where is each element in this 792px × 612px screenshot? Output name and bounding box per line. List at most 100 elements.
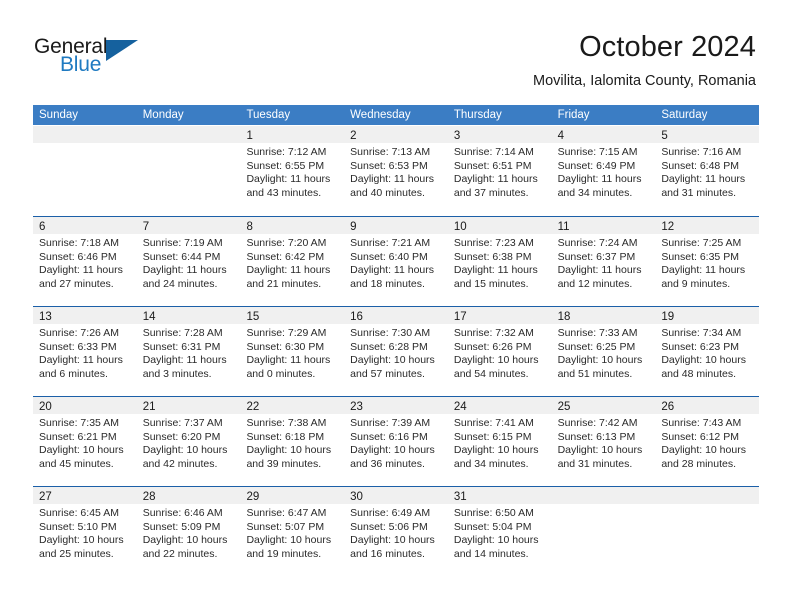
day-number-band: 2 (344, 126, 448, 143)
weekday-header-saturday: Saturday (661, 109, 708, 121)
day-number-band: 19 (655, 307, 760, 324)
daylight-text-line1: Daylight: 11 hours (246, 354, 331, 366)
daylight-text-line2: and 16 minutes. (350, 547, 425, 560)
day-number: 16 (350, 311, 363, 323)
calendar-day-cell[interactable]: 9 Sunrise: 7:21 AM Sunset: 6:40 PM Daylight… (344, 217, 448, 306)
general-blue-logo[interactable]: General Blue (34, 36, 154, 82)
daylight-text-line2: and 54 minutes. (453, 367, 529, 380)
daylight-text-line1: Daylight: 10 hours (453, 354, 539, 366)
calendar-day-cell[interactable]: 26 Sunrise: 7:43 AM Sunset: 6:12 PM Dayligh… (655, 397, 760, 486)
daylight-text-line2: and 28 minutes. (661, 457, 737, 470)
daylight-text-line2: and 22 minutes. (142, 547, 218, 560)
calendar-day-cell[interactable]: 4 Sunrise: 7:15 AM Sunset: 6:49 PM Daylight… (551, 126, 656, 216)
sunrise-text: Sunrise: 7:21 AM (350, 237, 431, 249)
calendar-day-cell[interactable]: 22 Sunrise: 7:38 AM Sunset: 6:18 PM Dayligh… (240, 397, 345, 486)
daylight-text-line1: Daylight: 11 hours (557, 173, 642, 185)
day-number: 1 (246, 130, 253, 142)
day-details: Sunrise: 6:47 AM Sunset: 5:07 PM Daylight:… (240, 504, 344, 561)
calendar-day-cell[interactable]: 15 Sunrise: 7:29 AM Sunset: 6:30 PM Dayligh… (240, 307, 345, 396)
daylight-text-line2: and 39 minutes. (246, 457, 322, 470)
sunset-text: Sunset: 6:12 PM (661, 430, 739, 443)
sunset-text: Sunset: 6:44 PM (142, 250, 221, 263)
calendar-day-cell[interactable]: 3 Sunrise: 7:14 AM Sunset: 6:51 PM Daylight… (447, 126, 552, 216)
calendar-day-cell[interactable]: 1 Sunrise: 7:12 AM Sunset: 6:55 PM Daylight… (240, 126, 345, 216)
daylight-text-line1: Daylight: 11 hours (142, 264, 227, 276)
calendar-day-cell[interactable]: 21 Sunrise: 7:37 AM Sunset: 6:20 PM Dayligh… (136, 397, 241, 486)
calendar-day-cell[interactable]: 17 Sunrise: 7:32 AM Sunset: 6:26 PM Dayligh… (447, 307, 552, 396)
calendar-day-cell[interactable]: 12 Sunrise: 7:25 AM Sunset: 6:35 PM Dayligh… (655, 217, 760, 306)
calendar-day-cell[interactable]: 27 Sunrise: 6:45 AM Sunset: 5:10 PM Dayligh… (33, 487, 137, 576)
daylight-text-line2: and 34 minutes. (453, 457, 529, 470)
daylight-text-line1: Daylight: 10 hours (246, 444, 332, 456)
sunrise-text: Sunrise: 7:23 AM (453, 237, 534, 249)
weekday-header-wednesday: Wednesday (350, 109, 411, 121)
day-number: 25 (557, 401, 571, 413)
daylight-text-line2: and 15 minutes. (453, 277, 529, 290)
calendar-day-cell[interactable]: 5 Sunrise: 7:16 AM Sunset: 6:48 PM Daylight… (655, 126, 760, 216)
calendar-day-cell[interactable]: 25 Sunrise: 7:42 AM Sunset: 6:13 PM Dayligh… (551, 397, 656, 486)
day-number-band (551, 487, 656, 504)
day-number-band: 30 (344, 487, 448, 504)
daylight-text-line1: Daylight: 10 hours (557, 444, 643, 456)
calendar-day-cell[interactable]: 2 Sunrise: 7:13 AM Sunset: 6:53 PM Daylight… (344, 126, 448, 216)
calendar-day-cell[interactable]: 24 Sunrise: 7:41 AM Sunset: 6:15 PM Dayligh… (447, 397, 552, 486)
daylight-text-line1: Daylight: 11 hours (39, 354, 123, 366)
calendar-day-cell[interactable]: 7 Sunrise: 7:19 AM Sunset: 6:44 PM Daylight… (136, 217, 241, 306)
sunset-text: Sunset: 6:40 PM (350, 250, 428, 263)
day-details: Sunrise: 7:14 AM Sunset: 6:51 PM Daylight:… (448, 143, 552, 200)
calendar-day-cell[interactable]: 6 Sunrise: 7:18 AM Sunset: 6:46 PM Daylight… (33, 217, 137, 306)
day-number: 28 (142, 491, 156, 503)
day-number: 19 (661, 311, 675, 323)
calendar-day-cell[interactable]: 20 Sunrise: 7:35 AM Sunset: 6:21 PM Dayligh… (33, 397, 137, 486)
daylight-text-line1: Daylight: 10 hours (350, 444, 435, 456)
sunset-text: Sunset: 5:04 PM (453, 520, 532, 533)
weekday-header-friday: Friday (557, 109, 590, 121)
daylight-text-line2: and 0 minutes. (246, 367, 316, 380)
calendar-day-cell[interactable]: 29 Sunrise: 6:47 AM Sunset: 5:07 PM Dayligh… (240, 487, 345, 576)
daylight-text-line1: Daylight: 10 hours (350, 354, 435, 366)
sunrise-text: Sunrise: 7:39 AM (350, 417, 431, 429)
day-number: 4 (557, 130, 564, 142)
day-details: Sunrise: 7:33 AM Sunset: 6:25 PM Daylight:… (552, 324, 656, 381)
calendar-day-cell[interactable]: 31 Sunrise: 6:50 AM Sunset: 5:04 PM Dayligh… (447, 487, 552, 576)
daylight-text-line2: and 43 minutes. (246, 186, 322, 199)
calendar-day-cell[interactable]: 13 Sunrise: 7:26 AM Sunset: 6:33 PM Dayligh… (33, 307, 137, 396)
weekday-header-tuesday: Tuesday (246, 109, 291, 121)
calendar-day-cell[interactable]: 14 Sunrise: 7:28 AM Sunset: 6:31 PM Dayligh… (136, 307, 241, 396)
daylight-text-line2: and 25 minutes. (39, 547, 114, 560)
calendar-day-cell[interactable]: 18 Sunrise: 7:33 AM Sunset: 6:25 PM Dayligh… (551, 307, 656, 396)
calendar-day-cell[interactable]: 8 Sunrise: 7:20 AM Sunset: 6:42 PM Daylight… (240, 217, 345, 306)
sunset-text: Sunset: 6:25 PM (557, 340, 636, 353)
day-number: 24 (453, 401, 467, 413)
calendar-day-cell[interactable]: 16 Sunrise: 7:30 AM Sunset: 6:28 PM Dayligh… (344, 307, 448, 396)
day-number-band: 5 (655, 126, 760, 143)
sunset-text: Sunset: 6:51 PM (453, 159, 532, 172)
calendar-day-cell[interactable]: 30 Sunrise: 6:49 AM Sunset: 5:06 PM Dayligh… (344, 487, 448, 576)
day-number: 15 (246, 311, 260, 323)
day-details: Sunrise: 7:35 AM Sunset: 6:21 PM Daylight:… (33, 414, 137, 471)
day-number-band: 11 (551, 217, 656, 234)
day-number-band: 16 (344, 307, 448, 324)
calendar-day-cell[interactable]: 19 Sunrise: 7:34 AM Sunset: 6:23 PM Dayligh… (655, 307, 760, 396)
day-number-band: 18 (551, 307, 656, 324)
calendar-day-cell[interactable]: 28 Sunrise: 6:46 AM Sunset: 5:09 PM Dayligh… (136, 487, 241, 576)
day-number-band (33, 126, 137, 143)
day-details: Sunrise: 7:25 AM Sunset: 6:35 PM Daylight:… (655, 234, 759, 291)
sunrise-text: Sunrise: 7:20 AM (246, 237, 327, 249)
sunrise-text: Sunrise: 7:30 AM (350, 327, 431, 339)
daylight-text-line2: and 42 minutes. (142, 457, 218, 470)
weekday-header-sunday: Sunday (39, 109, 79, 121)
sunrise-text: Sunrise: 7:24 AM (557, 237, 638, 249)
calendar-grid: Sunday Monday Tuesday Wednesday Thursday… (33, 105, 760, 576)
day-number-band: 22 (240, 397, 345, 414)
day-number: 31 (453, 491, 467, 503)
calendar-day-cell[interactable]: 23 Sunrise: 7:39 AM Sunset: 6:16 PM Dayligh… (344, 397, 448, 486)
day-number: 14 (142, 311, 156, 323)
day-number: 13 (39, 311, 52, 323)
daylight-text-line1: Daylight: 11 hours (142, 354, 227, 366)
calendar-day-cell[interactable]: 10 Sunrise: 7:23 AM Sunset: 6:38 PM Dayligh… (447, 217, 552, 306)
daylight-text-line2: and 31 minutes. (557, 457, 633, 470)
daylight-text-line1: Daylight: 11 hours (557, 264, 642, 276)
day-number: 11 (557, 221, 570, 233)
calendar-day-cell[interactable]: 11 Sunrise: 7:24 AM Sunset: 6:37 PM Dayligh… (551, 217, 656, 306)
